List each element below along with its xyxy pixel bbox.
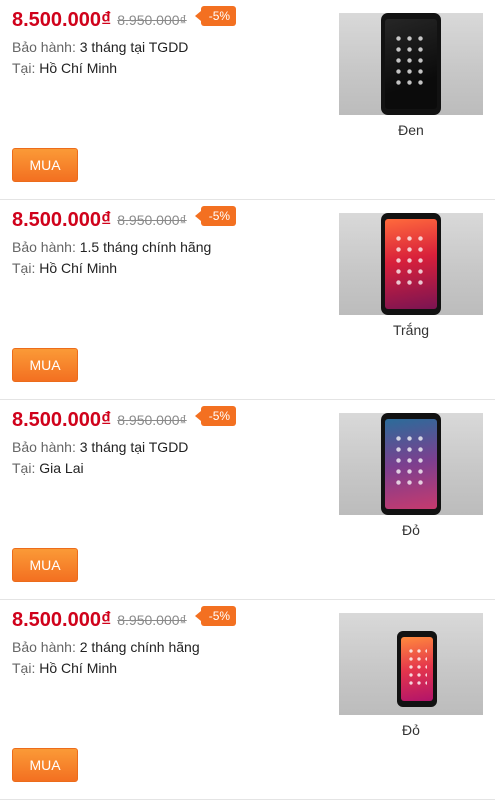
location-value: Hồ Chí Minh <box>39 60 118 76</box>
product-photo[interactable] <box>339 13 483 115</box>
location-info: Tại: Gia Lai <box>12 459 84 477</box>
location-label: Tại: <box>12 460 36 476</box>
discount-badge: -5% <box>194 206 237 226</box>
location-label: Tại: <box>12 660 36 676</box>
list-item[interactable]: 8.500.000₫ 8.950.000₫ -5% Bảo hành: 2 th… <box>0 600 495 800</box>
current-price: 8.500.000₫ <box>12 9 112 31</box>
location-info: Tại: Hồ Chí Minh <box>12 259 117 277</box>
warranty-info: Bảo hành: 3 tháng tại TGDD <box>12 38 188 56</box>
color-label: Đen <box>398 122 424 138</box>
color-label: Trắng <box>392 322 430 338</box>
list-item[interactable]: 8.500.000₫ 8.950.000₫ -5% Bảo hành: 3 th… <box>0 0 495 200</box>
current-price: 8.500.000₫ <box>12 609 112 631</box>
warranty-value: 2 tháng chính hãng <box>79 639 200 655</box>
phone-image <box>381 13 441 115</box>
buy-button[interactable]: MUA <box>12 348 78 382</box>
location-label: Tại: <box>12 60 36 76</box>
color-label: Đỏ <box>402 722 420 738</box>
color-label: Đỏ <box>402 522 420 538</box>
product-photo[interactable] <box>339 613 483 715</box>
location-label: Tại: <box>12 260 36 276</box>
discount-badge: -5% <box>194 406 237 426</box>
warranty-label: Bảo hành: <box>12 639 76 655</box>
discount-badge: -5% <box>194 606 237 626</box>
phone-image <box>397 631 437 707</box>
warranty-info: Bảo hành: 3 tháng tại TGDD <box>12 438 188 456</box>
product-photo[interactable] <box>339 213 483 315</box>
current-price: 8.500.000₫ <box>12 409 112 431</box>
list-item[interactable]: 8.500.000₫ 8.950.000₫ -5% Bảo hành: 3 th… <box>0 400 495 600</box>
phone-image <box>381 413 441 515</box>
warranty-value: 1.5 tháng chính hãng <box>79 239 212 255</box>
buy-button[interactable]: MUA <box>12 548 78 582</box>
discount-badge: -5% <box>194 6 237 26</box>
price-row: 8.500.000₫ 8.950.000₫ -5% <box>12 6 237 32</box>
warranty-label: Bảo hành: <box>12 239 76 255</box>
warranty-value: 3 tháng tại TGDD <box>79 439 189 455</box>
warranty-info: Bảo hành: 2 tháng chính hãng <box>12 638 200 656</box>
product-listing: 8.500.000₫ 8.950.000₫ -5% Bảo hành: 3 th… <box>0 0 495 800</box>
original-price: 8.950.000₫ <box>117 412 187 428</box>
location-value: Gia Lai <box>39 460 84 476</box>
original-price: 8.950.000₫ <box>117 612 187 628</box>
list-item[interactable]: 8.500.000₫ 8.950.000₫ -5% Bảo hành: 1.5 … <box>0 200 495 400</box>
location-info: Tại: Hồ Chí Minh <box>12 59 117 77</box>
original-price: 8.950.000₫ <box>117 12 187 28</box>
product-photo[interactable] <box>339 413 483 515</box>
location-value: Hồ Chí Minh <box>39 260 118 276</box>
warranty-label: Bảo hành: <box>12 39 76 55</box>
warranty-label: Bảo hành: <box>12 439 76 455</box>
price-row: 8.500.000₫ 8.950.000₫ -5% <box>12 206 237 232</box>
warranty-value: 3 tháng tại TGDD <box>79 39 189 55</box>
buy-button[interactable]: MUA <box>12 748 78 782</box>
buy-button[interactable]: MUA <box>12 148 78 182</box>
phone-image <box>381 213 441 315</box>
current-price: 8.500.000₫ <box>12 209 112 231</box>
price-row: 8.500.000₫ 8.950.000₫ -5% <box>12 406 237 432</box>
location-info: Tại: Hồ Chí Minh <box>12 659 117 677</box>
location-value: Hồ Chí Minh <box>39 660 118 676</box>
warranty-info: Bảo hành: 1.5 tháng chính hãng <box>12 238 211 256</box>
original-price: 8.950.000₫ <box>117 212 187 228</box>
price-row: 8.500.000₫ 8.950.000₫ -5% <box>12 606 237 632</box>
